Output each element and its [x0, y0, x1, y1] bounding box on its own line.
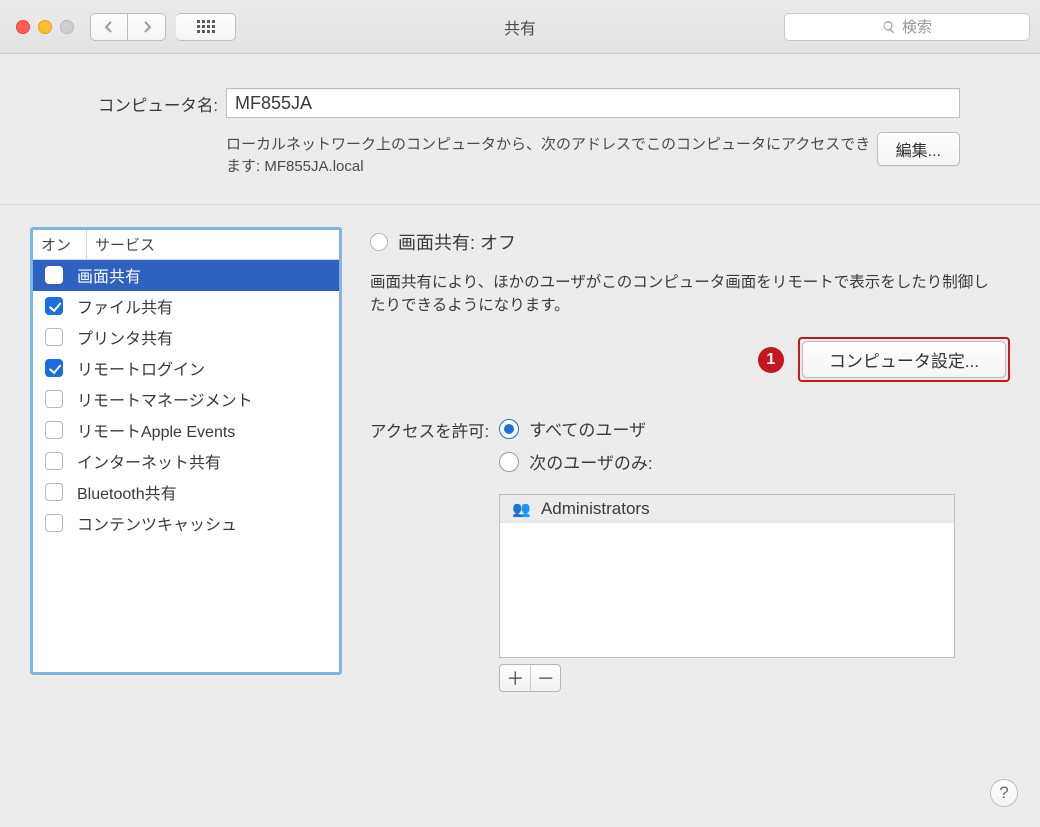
service-label: ファイル共有 [77, 294, 173, 318]
computer-name-section: コンピュータ名: ローカルネットワーク上のコンピュータから、次のアドレスでこのコ… [0, 54, 1040, 205]
service-row[interactable]: リモートApple Events [33, 415, 339, 446]
help-button[interactable]: ? [990, 779, 1018, 807]
computer-settings-button[interactable]: コンピュータ設定... [802, 341, 1006, 378]
service-checkbox[interactable] [45, 452, 63, 470]
add-remove-buttons: ＋ － [499, 664, 561, 692]
service-label: インターネット共有 [77, 449, 221, 473]
service-checkbox[interactable] [45, 514, 63, 532]
remove-user-button[interactable]: － [530, 665, 560, 691]
allowed-users-list[interactable]: 👥 Administrators [499, 494, 955, 658]
nav-back-forward [90, 13, 166, 41]
service-list-header: オン サービス [33, 230, 339, 260]
close-window-button[interactable] [16, 20, 30, 34]
column-service: サービス [87, 230, 339, 259]
titlebar: 共有 検索 [0, 0, 1040, 54]
service-row[interactable]: Bluetooth共有 [33, 477, 339, 508]
service-checkbox[interactable] [45, 266, 63, 284]
service-row[interactable]: リモートマネージメント [33, 384, 339, 415]
show-all-button[interactable] [176, 13, 236, 41]
annotation-highlight: コンピュータ設定... [798, 337, 1010, 382]
radio-only-users[interactable]: 次のユーザのみ: [499, 449, 955, 474]
zoom-window-button[interactable] [60, 20, 74, 34]
radio-icon [499, 419, 519, 439]
main-pane: オン サービス 画面共有ファイル共有プリンタ共有リモートログインリモートマネージ… [0, 205, 1040, 715]
service-row[interactable]: インターネット共有 [33, 446, 339, 477]
add-user-button[interactable]: ＋ [500, 665, 530, 691]
back-button[interactable] [90, 13, 128, 41]
minimize-window-button[interactable] [38, 20, 52, 34]
service-label: 画面共有 [77, 263, 141, 287]
service-checkbox[interactable] [45, 421, 63, 439]
column-on: オン [33, 230, 87, 259]
service-checkbox[interactable] [45, 297, 63, 315]
service-row[interactable]: ファイル共有 [33, 291, 339, 322]
radio-only-users-label: 次のユーザのみ: [529, 449, 652, 474]
service-row[interactable]: コンテンツキャッシュ [33, 508, 339, 539]
radio-all-users-label: すべてのユーザ [529, 416, 646, 441]
service-row[interactable]: プリンタ共有 [33, 322, 339, 353]
search-input[interactable]: 検索 [784, 13, 1030, 41]
status-indicator-icon [370, 233, 388, 251]
computer-name-field[interactable] [226, 88, 960, 118]
edit-button[interactable]: 編集... [877, 132, 960, 166]
service-description: 画面共有により、ほかのユーザがこのコンピュータ画面をリモートで表示をしたり制御し… [370, 271, 990, 318]
service-label: リモートマネージメント [77, 387, 253, 411]
service-detail: 画面共有: オフ 画面共有により、ほかのユーザがこのコンピュータ画面をリモートで… [370, 227, 1016, 693]
radio-all-users[interactable]: すべてのユーザ [499, 416, 955, 441]
user-name: Administrators [541, 499, 650, 519]
grid-icon [197, 20, 215, 33]
local-address-hint: ローカルネットワーク上のコンピュータから、次のアドレスでこのコンピュータにアクセ… [226, 132, 877, 178]
search-icon [882, 20, 896, 34]
window-controls [16, 20, 74, 34]
forward-button[interactable] [128, 13, 166, 41]
users-icon: 👥 [512, 500, 531, 518]
service-checkbox[interactable] [45, 390, 63, 408]
service-label: コンテンツキャッシュ [77, 511, 237, 535]
search-placeholder: 検索 [902, 16, 932, 37]
computer-name-label: コンピュータ名: [80, 88, 226, 116]
service-checkbox[interactable] [45, 483, 63, 501]
service-label: Bluetooth共有 [77, 480, 177, 504]
service-row[interactable]: 画面共有 [33, 260, 339, 291]
service-label: リモートApple Events [77, 418, 235, 442]
service-status-title: 画面共有: オフ [398, 229, 516, 255]
service-list[interactable]: オン サービス 画面共有ファイル共有プリンタ共有リモートログインリモートマネージ… [30, 227, 342, 675]
service-label: リモートログイン [77, 356, 205, 380]
user-list-item[interactable]: 👥 Administrators [500, 495, 954, 523]
service-checkbox[interactable] [45, 359, 63, 377]
service-label: プリンタ共有 [77, 325, 173, 349]
radio-icon [499, 452, 519, 472]
annotation-badge-1: 1 [758, 347, 784, 373]
service-row[interactable]: リモートログイン [33, 353, 339, 384]
service-checkbox[interactable] [45, 328, 63, 346]
access-label: アクセスを許可: [370, 416, 489, 442]
